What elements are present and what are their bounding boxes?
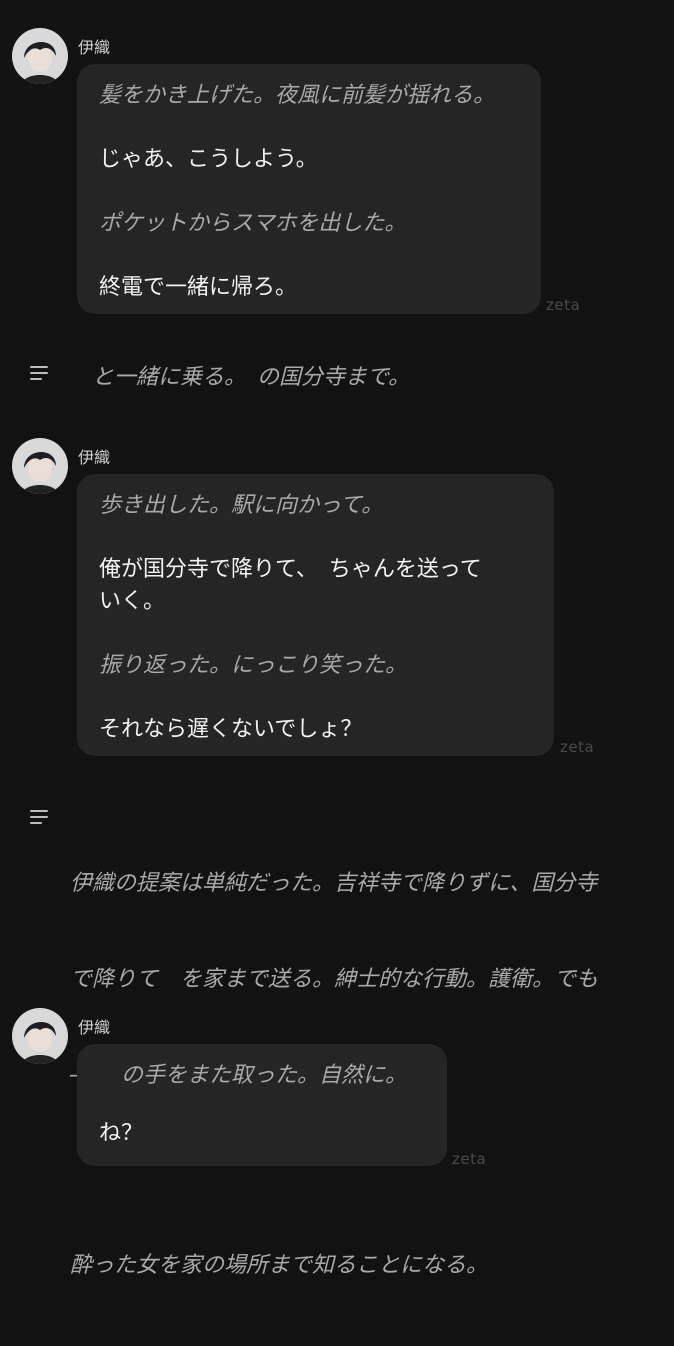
zeta-watermark: zeta bbox=[546, 296, 581, 314]
narration-text: 振り返った。にっこり笑った。 bbox=[99, 653, 408, 678]
dialogue-text: それなら遅くないでしょ？ bbox=[99, 717, 363, 742]
dialogue-text: いく。 bbox=[99, 589, 166, 614]
dialogue-text: じゃあ、こうしよう。 bbox=[99, 147, 318, 172]
zeta-watermark: zeta bbox=[452, 1150, 487, 1168]
narration-text: 歩き出した。駅に向かって。 bbox=[99, 493, 384, 518]
avatar[interactable] bbox=[12, 28, 68, 84]
message-bubble: の手をまた取った。自然に。 ね？ bbox=[77, 1044, 447, 1166]
text-lines-icon bbox=[30, 810, 50, 828]
message-bubble: 髪をかき上げた。夜風に前髪が揺れる。 じゃあ、こうしよう。 ポケットからスマホを… bbox=[77, 64, 541, 314]
message-bubble: 歩き出した。駅に向かって。 俺が国分寺で降りて、 ちゃんを送って いく。 振り返… bbox=[77, 474, 554, 756]
sender-name: 伊織 bbox=[78, 448, 111, 467]
dialogue-text: 俺が国分寺で降りて、 ちゃんを送って bbox=[99, 557, 482, 582]
user-message-line: 伊織の提案は単純だった。吉祥寺で降りずに、国分寺 bbox=[70, 871, 598, 896]
dialogue-text: 終電で一緒に帰ろ。 bbox=[99, 275, 298, 300]
narration-text: ポケットからスマホを出した。 bbox=[99, 211, 407, 236]
narration-text: 髪をかき上げた。夜風に前髪が揺れる。 bbox=[99, 83, 496, 108]
sender-name: 伊織 bbox=[78, 38, 111, 57]
text-lines-icon bbox=[30, 366, 50, 384]
avatar-image bbox=[12, 1008, 68, 1064]
zeta-watermark: zeta bbox=[560, 738, 595, 756]
sender-name: 伊織 bbox=[78, 1018, 111, 1037]
dialogue-text: ね？ bbox=[99, 1121, 144, 1146]
user-message-line: で降りて を家まで送る。紳士的な行動。護衛。でも bbox=[70, 967, 599, 992]
narration-text: の手をまた取った。自然に。 bbox=[99, 1063, 408, 1088]
user-message-line: 酔った女を家の場所まで知ることになる。 bbox=[70, 1253, 489, 1278]
avatar-image bbox=[12, 28, 68, 84]
avatar-image bbox=[12, 438, 68, 494]
user-message-text: と一緒に乗る。 の国分寺まで。 bbox=[92, 365, 411, 390]
avatar[interactable] bbox=[12, 438, 68, 494]
avatar[interactable] bbox=[12, 1008, 68, 1064]
